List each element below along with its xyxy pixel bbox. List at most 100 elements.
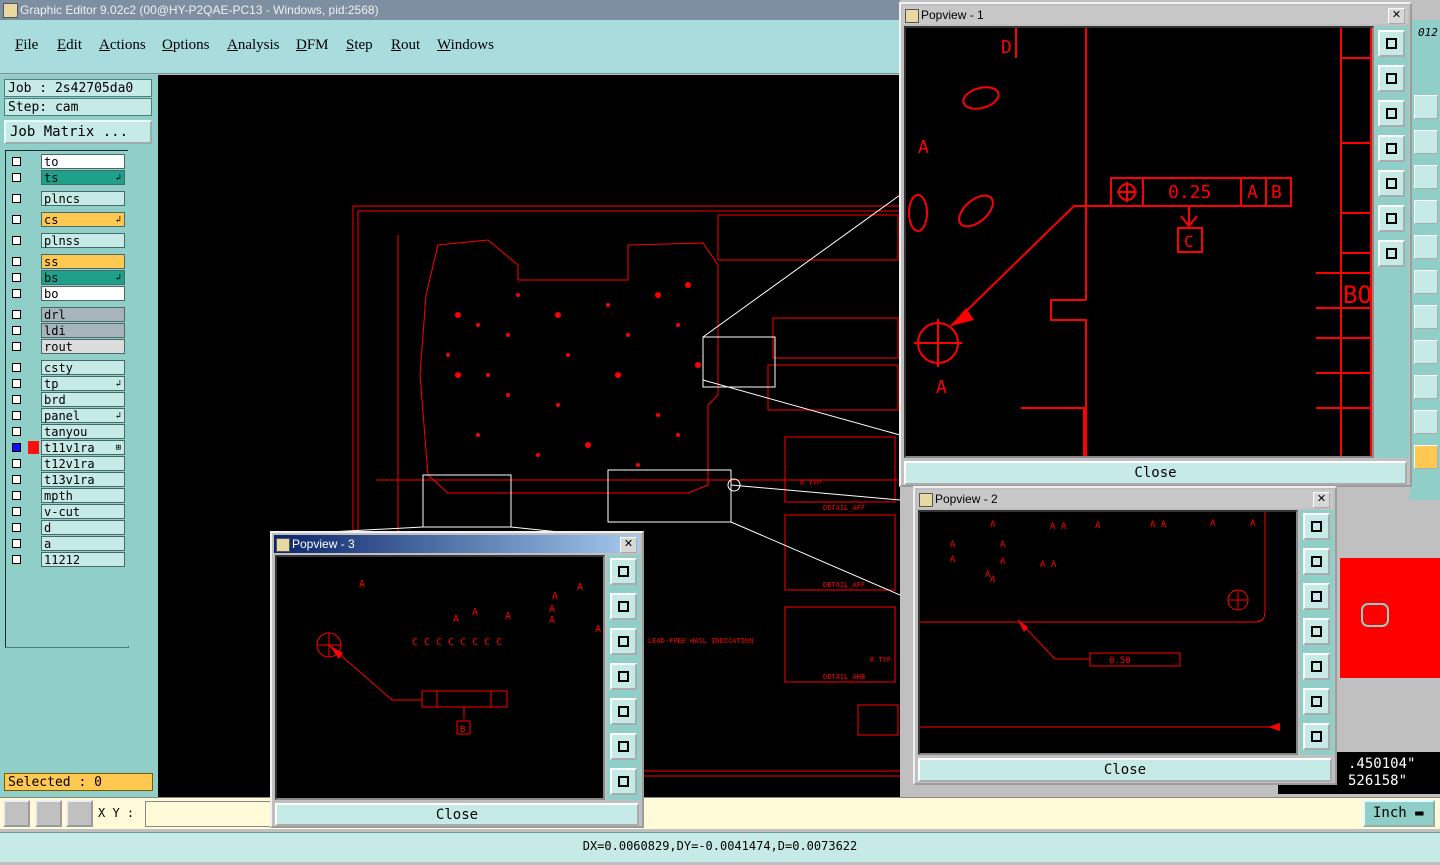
layer-row[interactable]: rout xyxy=(8,339,126,354)
layer-checkbox[interactable] xyxy=(12,236,21,245)
layer-row[interactable]: tanyou xyxy=(8,424,126,439)
layer-checkbox[interactable] xyxy=(12,257,21,266)
layer-row[interactable]: ldi xyxy=(8,323,126,338)
popview-1-close-icon[interactable]: ✕ xyxy=(1388,8,1405,24)
layer-name[interactable]: a xyxy=(41,536,125,551)
right-tool-10[interactable] xyxy=(1414,410,1438,434)
layer-name[interactable]: t11v1ra ⊞ xyxy=(41,440,125,455)
layer-name[interactable]: brd xyxy=(41,392,125,407)
layer-checkbox[interactable] xyxy=(12,273,21,282)
grid-icon[interactable] xyxy=(66,800,93,827)
layer-row[interactable]: t11v1ra ⊞ xyxy=(8,440,126,455)
popview-3-close-button[interactable]: Close xyxy=(275,803,639,826)
popview-3-titlebar[interactable]: Popview - 3 ✕ xyxy=(274,535,640,553)
zoom-out-icon[interactable] xyxy=(1378,240,1405,267)
menu-step[interactable]: Step xyxy=(346,37,373,54)
zoom-in-icon[interactable] xyxy=(610,733,637,760)
layer-name[interactable]: drl xyxy=(41,307,125,322)
layer-name[interactable]: rout xyxy=(41,339,125,354)
menu-analysis[interactable]: Analysis xyxy=(227,37,280,54)
layer-row[interactable]: a xyxy=(8,536,126,551)
layer-name[interactable]: ldi xyxy=(41,323,125,338)
layer-name[interactable]: plncs xyxy=(41,191,125,206)
pan-left-icon[interactable] xyxy=(1378,135,1405,162)
layer-checkbox[interactable] xyxy=(12,443,21,452)
layer-name[interactable]: ss xyxy=(41,254,125,269)
right-tool-8[interactable] xyxy=(1414,340,1438,364)
pan-up-icon[interactable] xyxy=(1303,548,1330,575)
layer-row[interactable]: plnss xyxy=(8,233,126,248)
layer-name[interactable]: d xyxy=(41,520,125,535)
popview-2-titlebar[interactable]: Popview - 2 ✕ xyxy=(917,490,1333,508)
right-tool-4[interactable] xyxy=(1414,200,1438,224)
layer-name[interactable]: panel ↲ xyxy=(41,408,125,423)
unit-selector[interactable]: Inch ▬ xyxy=(1363,800,1435,827)
zoom-fit-icon[interactable] xyxy=(1303,513,1330,540)
layer-name[interactable]: tanyou xyxy=(41,424,125,439)
layer-checkbox[interactable] xyxy=(12,459,21,468)
popview-1-close-button[interactable]: Close xyxy=(904,461,1407,485)
layer-checkbox[interactable] xyxy=(12,427,21,436)
layer-row[interactable]: t12v1ra xyxy=(8,456,126,471)
pan-left-icon[interactable] xyxy=(610,663,637,690)
pan-down-icon[interactable] xyxy=(1378,100,1405,127)
layer-checkbox[interactable] xyxy=(12,411,21,420)
popview-2-close-icon[interactable]: ✕ xyxy=(1313,492,1330,508)
layer-name[interactable]: cs ↲ xyxy=(41,212,125,227)
layer-name[interactable]: plnss xyxy=(41,233,125,248)
popview-2-window[interactable]: Popview - 2 ✕ AA AAA AAA AAAAAA AA 0.50 xyxy=(913,486,1337,785)
popview-1-titlebar[interactable]: Popview - 1 ✕ xyxy=(903,6,1408,24)
right-tool-9[interactable] xyxy=(1414,375,1438,399)
layer-checkbox[interactable] xyxy=(12,379,21,388)
pan-right-icon[interactable] xyxy=(610,698,637,725)
right-tool-2[interactable] xyxy=(1414,130,1438,154)
popview-2-close-button[interactable]: Close xyxy=(918,758,1332,782)
layer-checkbox[interactable] xyxy=(12,539,21,548)
layer-row[interactable]: plncs xyxy=(8,191,126,206)
menu-options[interactable]: Options xyxy=(162,37,210,54)
zoom-out-icon[interactable] xyxy=(1303,723,1330,750)
menu-file[interactable]: File xyxy=(15,37,38,54)
menu-actions[interactable]: Actions xyxy=(99,37,146,54)
layer-name[interactable]: to xyxy=(41,154,125,169)
layer-checkbox[interactable] xyxy=(12,507,21,516)
layer-name[interactable]: t13v1ra xyxy=(41,472,125,487)
layer-row[interactable]: t13v1ra xyxy=(8,472,126,487)
layer-row[interactable]: csty xyxy=(8,360,126,375)
layer-checkbox[interactable] xyxy=(12,491,21,500)
layer-row[interactable]: ss xyxy=(8,254,126,269)
layer-checkbox[interactable] xyxy=(12,194,21,203)
layer-checkbox[interactable] xyxy=(12,326,21,335)
pan-right-icon[interactable] xyxy=(1378,170,1405,197)
menu-edit[interactable]: Edit xyxy=(57,37,82,54)
layer-list-scrollbar[interactable] xyxy=(128,150,152,646)
pan-down-icon[interactable] xyxy=(610,628,637,655)
layer-checkbox[interactable] xyxy=(12,555,21,564)
layer-name[interactable]: 11212 xyxy=(41,552,125,567)
layer-row[interactable]: drl xyxy=(8,307,126,322)
layer-row[interactable]: mpth xyxy=(8,488,126,503)
layer-name[interactable]: bs ↲ xyxy=(41,270,125,285)
layer-checkbox[interactable] xyxy=(12,289,21,298)
zoom-fit-icon[interactable] xyxy=(1378,30,1405,57)
zoom-fit-icon[interactable] xyxy=(610,558,637,585)
menu-windows[interactable]: Windows xyxy=(437,37,494,54)
right-tool-5[interactable] xyxy=(1414,235,1438,259)
menu-rout[interactable]: Rout xyxy=(391,37,420,54)
layer-checkbox[interactable] xyxy=(12,157,21,166)
layer-row[interactable]: v-cut xyxy=(8,504,126,519)
zoom-box-icon[interactable] xyxy=(3,800,30,827)
layer-row[interactable]: bs ↲ xyxy=(8,270,126,285)
right-tool-3[interactable] xyxy=(1414,165,1438,189)
right-tool-1[interactable] xyxy=(1414,95,1438,119)
pan-up-icon[interactable] xyxy=(610,593,637,620)
layer-row[interactable]: brd xyxy=(8,392,126,407)
layer-checkbox[interactable] xyxy=(12,395,21,404)
layer-checkbox[interactable] xyxy=(12,342,21,351)
zoom-out-icon[interactable] xyxy=(610,768,637,795)
layer-row[interactable]: to xyxy=(8,154,126,169)
xy-input[interactable] xyxy=(145,801,272,827)
layer-row[interactable]: tp ↲ xyxy=(8,376,126,391)
layer-checkbox[interactable] xyxy=(12,475,21,484)
layer-checkbox[interactable] xyxy=(12,173,21,182)
